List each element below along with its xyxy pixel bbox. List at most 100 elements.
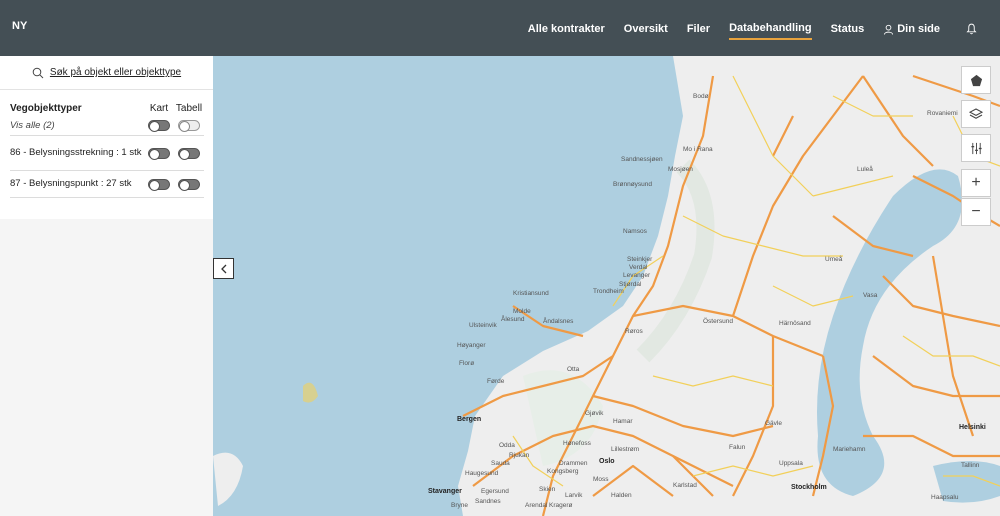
notifications-button[interactable]	[966, 17, 980, 39]
map-label-stockholm: Stockholm	[791, 484, 827, 491]
map-label-hamar: Hamar	[613, 418, 633, 425]
map-label-levanger: Levanger	[623, 272, 651, 279]
layers-button[interactable]	[961, 100, 991, 128]
map-label-flora: Florø	[459, 360, 475, 367]
nav-filer[interactable]: Filer	[687, 17, 710, 39]
map-label-sauda: Sauda	[491, 460, 510, 467]
map-label-karlstad: Karlstad	[673, 482, 697, 489]
map-label-gjovik: Gjøvik	[585, 410, 604, 417]
map-label-moss: Moss	[593, 476, 609, 483]
map-label-lulea: Luleå	[857, 166, 873, 173]
map-label-harnosand: Härnösand	[779, 320, 811, 327]
collapse-sidebar-button[interactable]	[213, 258, 234, 279]
object-type-table: Vegobjekttyper Kart Tabell Vis alle (2) …	[10, 100, 204, 198]
map-label-haugesund: Haugesund	[465, 470, 499, 477]
map-toggle[interactable]	[148, 178, 170, 191]
map-label-kristiansund: Kristiansund	[513, 290, 549, 297]
map-label-drammen: Drammen	[559, 460, 588, 467]
map-label-bergen: Bergen	[457, 416, 482, 423]
table-toggle[interactable]	[178, 147, 200, 160]
col-header-table: Tabell	[175, 102, 203, 114]
map-label-kongsberg: Kongsberg	[547, 468, 579, 475]
table-row: Vis alle (2)	[10, 116, 204, 136]
map-label-rovaniemi: Rovaniemi	[927, 110, 958, 117]
map-label-trondheim: Trondheim	[593, 288, 624, 295]
map-label-umea: Umeå	[825, 256, 843, 263]
search-icon	[32, 67, 44, 78]
table-header: Vegobjekttyper Kart Tabell	[10, 100, 204, 116]
row-label: 87 - Belysningspunkt : 27 stk	[10, 178, 132, 189]
map-label-egersund: Egersund	[481, 488, 509, 495]
user-icon	[884, 24, 894, 35]
filter-button[interactable]	[961, 134, 991, 162]
brand-label[interactable]: NY	[12, 20, 27, 32]
map-label-stavanger: Stavanger	[428, 488, 462, 495]
row-label: Vis alle (2)	[10, 119, 55, 131]
map-label-tallinn: Tallinn	[961, 462, 980, 469]
map-label-sandnes: Sandnes	[475, 498, 501, 505]
row-label: 86 - Belysningsstrekning : 1 stk	[10, 147, 142, 158]
map-label-hoenefoss: Hønefoss	[563, 440, 591, 447]
map-label-andalsnes: Åndalsnes	[543, 318, 574, 325]
map-label-roros: Røros	[625, 328, 643, 335]
zoom-out-button[interactable]: −	[961, 198, 991, 226]
map-label-mosjoen: Mosjøen	[668, 166, 693, 173]
pentagon-icon	[970, 74, 982, 86]
top-navigation-bar: NY Alle kontrakter Oversikt Filer Databe…	[0, 0, 1000, 56]
filter-icon	[970, 142, 982, 154]
map-label-bodo: Bodø	[693, 93, 709, 100]
map-label-molde: Molde	[513, 308, 531, 315]
map-label-mariehamn: Mariehamn	[833, 446, 866, 453]
map-label-mo: Mo i Rana	[683, 146, 713, 153]
map-label-bryne: Bryne	[451, 502, 468, 509]
map-base-layer	[213, 56, 1000, 516]
map-label-lillestrom: Lillestrøm	[611, 446, 640, 453]
nav-din-side[interactable]: Din side	[883, 17, 940, 39]
col-header-map: Kart	[149, 102, 169, 114]
table-toggle[interactable]	[178, 120, 200, 132]
map-label-alesund: Ålesund	[501, 316, 525, 323]
map-toggle[interactable]	[148, 147, 170, 160]
map-label-vasa: Vasa	[863, 292, 878, 299]
search-label: Søk på objekt eller objekttype	[49, 67, 182, 78]
map-label-halden: Halden	[611, 492, 632, 499]
map-view[interactable]: Bodø Mo i Rana Sandnessjøen Mosjøen Brøn…	[213, 56, 1000, 516]
main-nav: Alle kontrakter Oversikt Filer Databehan…	[509, 0, 980, 56]
map-label-haapsalu: Haapsalu	[931, 494, 959, 501]
map-toggle[interactable]	[148, 120, 170, 132]
map-label-sandnessjoen: Sandnessjøen	[621, 156, 663, 163]
map-label-rjukan: Rjukan	[509, 452, 530, 459]
map-label-uppsala: Uppsala	[779, 460, 803, 467]
nav-status[interactable]: Status	[831, 17, 865, 39]
chevron-left-icon	[220, 264, 226, 273]
draw-polygon-button[interactable]	[961, 66, 991, 94]
bell-icon	[966, 23, 977, 35]
table-title: Vegobjekttyper	[10, 102, 82, 114]
table-row: 86 - Belysningsstrekning : 1 stk	[10, 136, 204, 171]
map-label-arendal: Arendal	[525, 502, 548, 509]
map-label-steinkjer: Steinkjer	[627, 256, 653, 263]
map-label-larvik: Larvik	[565, 492, 583, 499]
map-label-forde: Førde	[487, 378, 505, 385]
search-button[interactable]: Søk på objekt eller objekttype	[0, 56, 213, 90]
layers-icon	[969, 107, 983, 119]
table-toggle[interactable]	[178, 178, 200, 191]
nav-oversikt[interactable]: Oversikt	[624, 17, 668, 39]
nav-alle-kontrakter[interactable]: Alle kontrakter	[528, 17, 605, 39]
table-row: 87 - Belysningspunkt : 27 stk	[10, 171, 204, 198]
map-label-bronnoysund: Brønnøysund	[613, 181, 653, 188]
map-label-helsinki: Helsinki	[959, 424, 986, 431]
nav-databehandling[interactable]: Databehandling	[729, 16, 812, 40]
nav-din-side-label: Din side	[897, 23, 940, 35]
object-type-panel: Søk på objekt eller objekttype Vegobjekt…	[0, 56, 213, 219]
map-label-kragero: Kragerø	[549, 502, 573, 509]
map-label-odda: Odda	[499, 442, 515, 449]
map-label-oslo: Oslo	[599, 458, 615, 465]
map-label-falun: Falun	[729, 444, 746, 451]
map-label-ulsteinvik: Ulsteinvik	[469, 322, 497, 329]
map-label-skien: Skien	[539, 486, 556, 493]
map-label-verdal: Verdal	[629, 264, 648, 271]
map-label-namsos: Namsos	[623, 228, 647, 235]
zoom-in-button[interactable]: +	[961, 169, 991, 197]
map-label-gavle: Gävle	[765, 420, 782, 427]
